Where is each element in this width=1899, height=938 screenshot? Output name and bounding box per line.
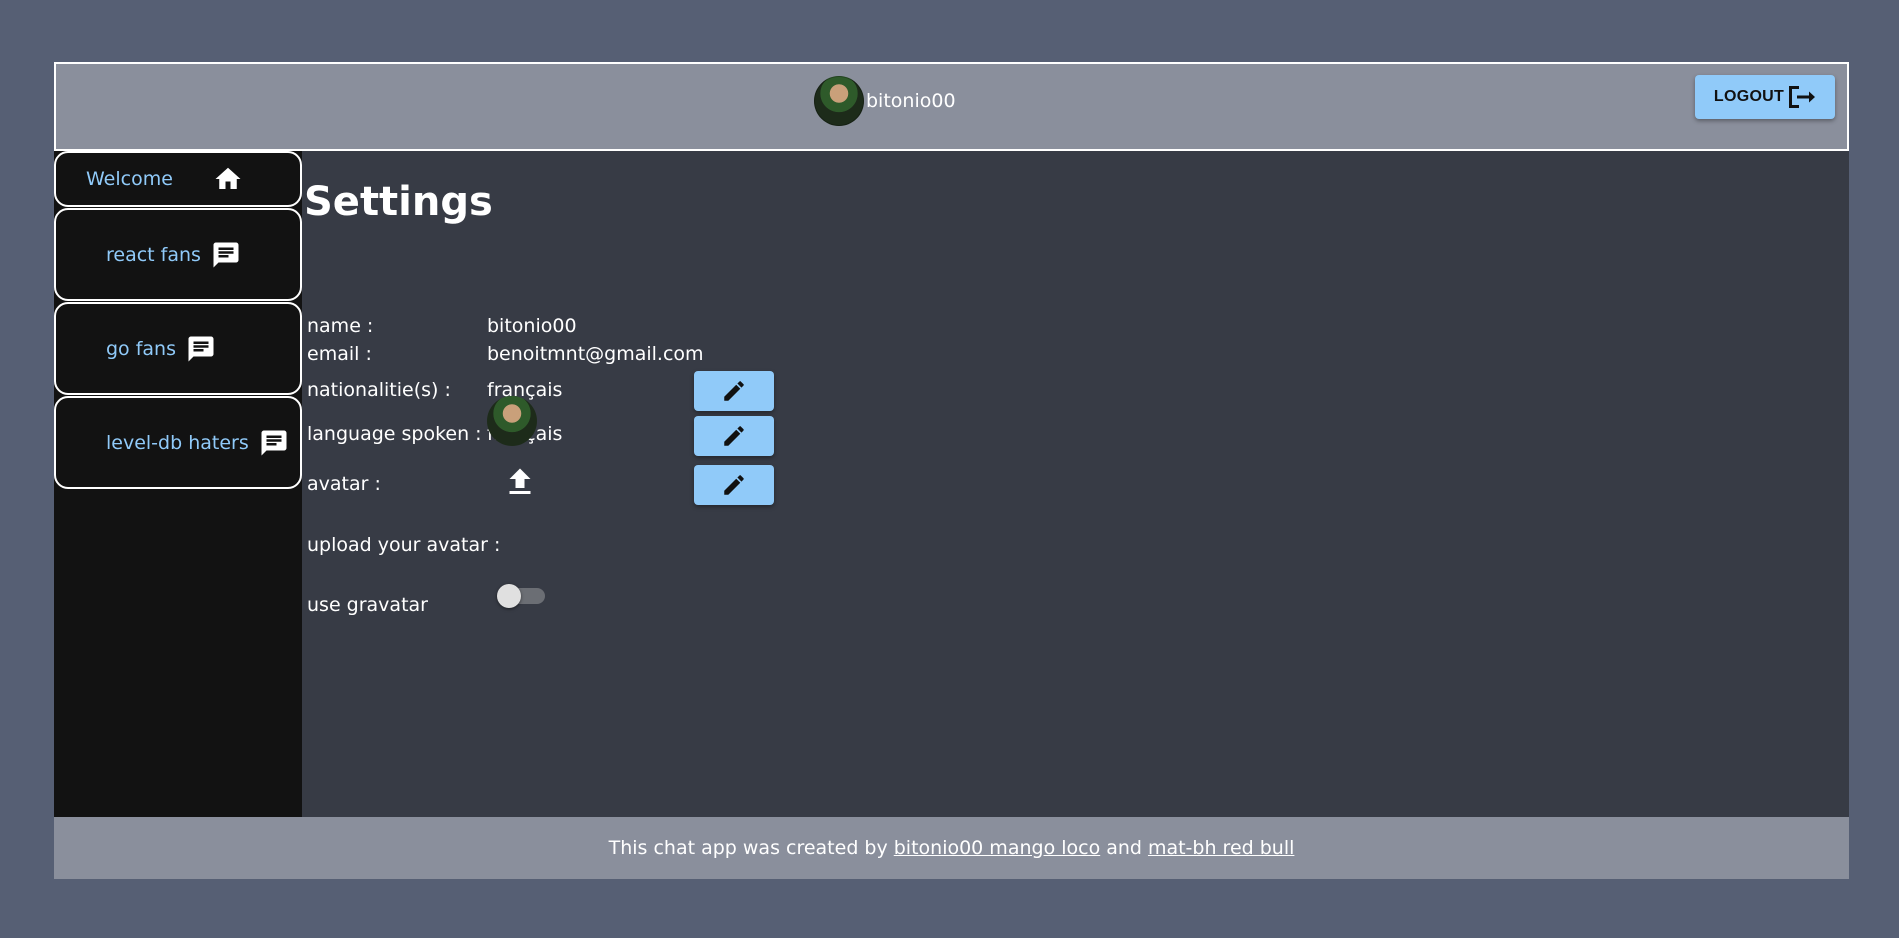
- avatar: [814, 76, 864, 126]
- nationality-value: français: [487, 379, 563, 401]
- settings-panel: Settings name : bitonio00 email : benoit…: [302, 151, 1849, 879]
- edit-language-button[interactable]: [694, 416, 774, 456]
- sidebar-item-label: Welcome: [86, 168, 173, 190]
- edit-nationality-button[interactable]: [694, 371, 774, 411]
- page-title: Settings: [304, 179, 493, 225]
- sidebar-item-label: go fans: [106, 337, 176, 360]
- gravatar-toggle[interactable]: [497, 584, 547, 608]
- pencil-icon: [724, 475, 744, 495]
- name-label: name :: [307, 315, 374, 337]
- chat-icon: [261, 430, 287, 455]
- name-value: bitonio00: [487, 315, 577, 337]
- sidebar-item-go-fans[interactable]: go fans: [54, 302, 302, 395]
- sidebar-item-level-db-haters[interactable]: level-db haters: [54, 396, 302, 489]
- sidebar-item-label: react fans: [106, 243, 201, 266]
- upload-avatar-label: upload your avatar :: [307, 534, 501, 556]
- home-icon: [215, 167, 241, 189]
- upload-arrow-icon: [509, 468, 531, 494]
- footer: This chat app was created by bitonio00 m…: [54, 817, 1849, 879]
- sidebar-item-welcome[interactable]: Welcome: [54, 151, 302, 207]
- email-value: benoitmnt@gmail.com: [487, 343, 704, 365]
- logout-button[interactable]: LOGOUT: [1695, 75, 1835, 119]
- email-label: email :: [307, 343, 372, 365]
- sidebar: Welcome react fans go fans level-db hate…: [54, 151, 302, 877]
- pencil-icon: [724, 381, 744, 401]
- edit-avatar-button[interactable]: [694, 465, 774, 505]
- chat-icon: [188, 336, 214, 361]
- footer-joiner: and: [1106, 837, 1142, 859]
- footer-text: This chat app was created by: [608, 837, 888, 859]
- top-bar: bitonio00 LOGOUT: [54, 62, 1849, 151]
- gravatar-label: use gravatar: [307, 594, 428, 616]
- logout-icon: [1789, 86, 1816, 108]
- sidebar-item-label: level-db haters: [106, 431, 249, 454]
- footer-link-author-2[interactable]: mat-bh red bull: [1148, 837, 1294, 859]
- app-container: bitonio00 LOGOUT Welcome react fans go f…: [54, 62, 1849, 879]
- footer-link-author-1[interactable]: bitonio00 mango loco: [894, 837, 1100, 859]
- logout-label: LOGOUT: [1713, 88, 1785, 105]
- nationality-label: nationalitie(s) :: [307, 379, 451, 401]
- upload-icon[interactable]: [502, 464, 538, 500]
- header-username: bitonio00: [866, 90, 956, 112]
- current-user: bitonio00: [814, 76, 956, 126]
- avatar-label: avatar :: [307, 473, 381, 495]
- chat-icon: [213, 242, 239, 267]
- toggle-knob: [497, 584, 521, 608]
- avatar: [487, 396, 537, 446]
- language-label: language spoken :: [307, 423, 482, 445]
- pencil-icon: [724, 426, 744, 446]
- sidebar-item-react-fans[interactable]: react fans: [54, 208, 302, 301]
